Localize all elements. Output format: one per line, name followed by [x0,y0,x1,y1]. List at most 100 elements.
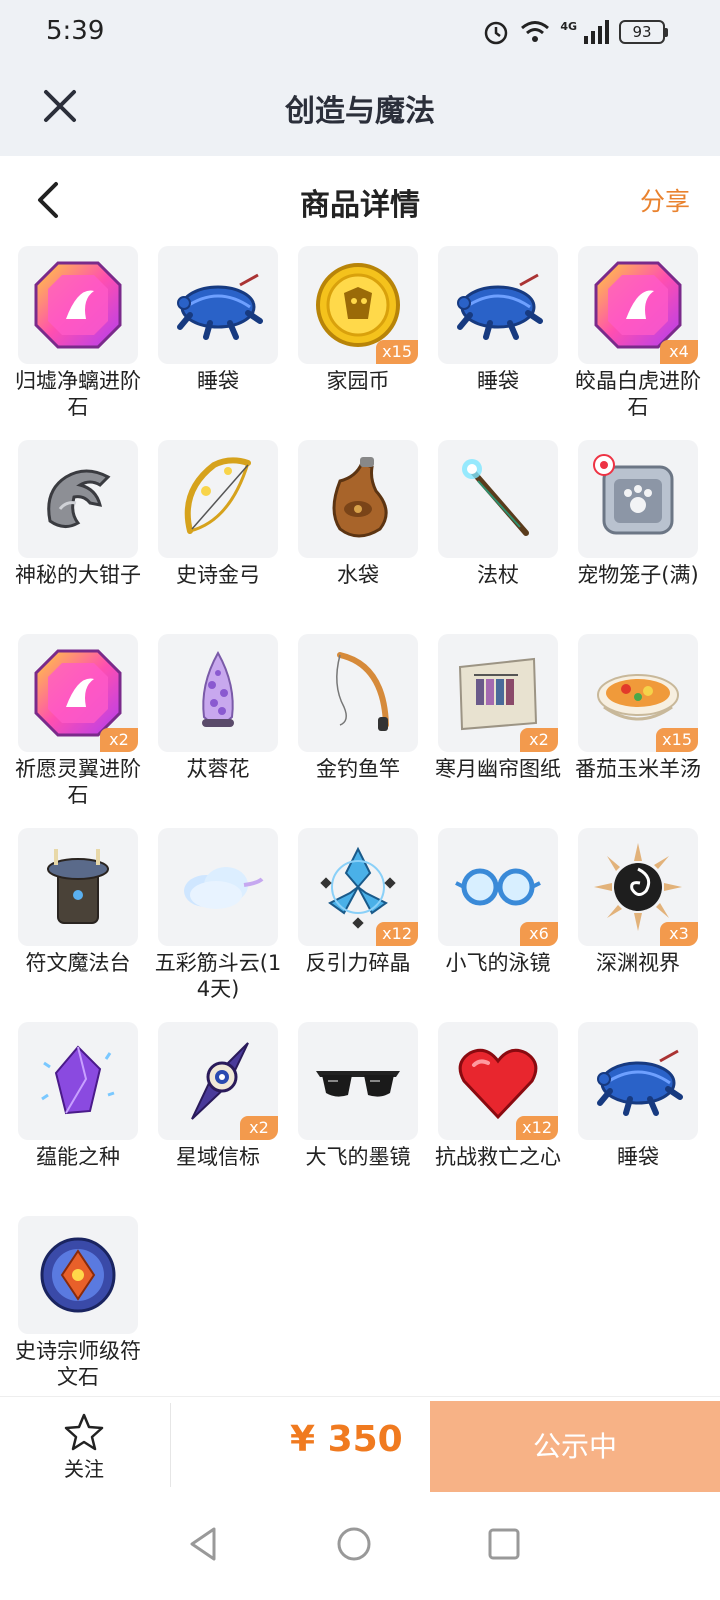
pink-gem-icon [34,261,122,349]
sleeping-bag-icon [457,273,543,340]
item-label: 深渊视界 [596,951,680,975]
cistanche-flower-icon [202,650,234,727]
item-tile [438,246,558,364]
item-label: 星域信标 [176,1145,260,1169]
sleeping-bag-icon [177,273,263,340]
item-tile [158,634,278,752]
item-card[interactable]: x2 星域信标 [158,1022,278,1216]
bottom-bar: 关注 ¥ 350 公示中 [0,1396,720,1493]
goggles-icon [455,868,541,906]
item-tile [578,440,698,558]
item-tile: x6 [438,828,558,946]
abyss-eye-icon [594,843,682,931]
item-tile: x3 [578,828,698,946]
item-tile: x15 [578,634,698,752]
item-tile: x12 [298,828,418,946]
claw-icon [47,469,111,528]
nav-home-icon[interactable] [334,1524,374,1564]
item-card[interactable]: 苁蓉花 [158,634,278,828]
anti-gravity-crystal-icon [320,846,396,929]
golden-bow-icon [184,457,251,534]
item-label: 大飞的墨镜 [305,1145,411,1169]
item-label: 符文魔法台 [25,951,131,975]
item-label: 法杖 [477,563,519,587]
item-card[interactable]: 睡袋 [438,246,558,440]
item-label: 祈愿灵翼进阶石 [15,757,141,807]
item-card[interactable]: x12 抗战救亡之心 [435,1022,561,1216]
quantity-badge: x3 [660,922,698,946]
item-card[interactable]: 归墟净螭进阶石 [15,246,141,440]
follow-label: 关注 [64,1457,104,1481]
battery-indicator: 93 [619,20,668,44]
quantity-badge: x12 [376,922,418,946]
status-icons: 4G 93 [482,18,668,46]
item-card[interactable]: x15 家园币 [298,246,418,440]
item-label: 归墟净螭进阶石 [15,369,141,419]
quantity-badge: x2 [240,1116,278,1140]
price: ¥ 350 [290,1419,403,1460]
wifi-icon [521,21,550,42]
status-time: 5:39 [46,16,105,46]
item-tile: x2 [158,1022,278,1140]
pink-gem-icon [34,649,122,737]
pink-gem-icon [594,261,682,349]
item-tile [18,828,138,946]
item-card[interactable]: x12 反引力碎晶 [298,828,418,1022]
item-card[interactable]: 睡袋 [578,1022,698,1216]
item-tile [298,440,418,558]
item-card[interactable]: x6 小飞的泳镜 [438,828,558,1022]
item-tile: x2 [18,634,138,752]
item-card[interactable]: x2 祈愿灵翼进阶石 [15,634,141,828]
item-card[interactable]: 金钓鱼竿 [298,634,418,828]
item-grid: 归墟净螭进阶石 睡袋 x15 家园币 睡袋 x4 皎晶白虎进阶石 神秘的大钳子 史诗金弓 水袋 法杖… [15,246,702,1410]
item-tile [578,1022,698,1140]
gold-coin-icon [316,263,400,347]
item-tile [158,440,278,558]
item-label: 番茄玉米羊汤 [575,757,701,781]
share-button[interactable]: 分享 [640,182,690,218]
staff-icon [462,459,529,536]
item-label: 水袋 [337,563,379,587]
item-label: 小飞的泳镜 [445,951,551,975]
item-tile [18,440,138,558]
item-card[interactable]: 水袋 [298,440,418,634]
follow-button[interactable]: 关注 [48,1413,120,1482]
item-card[interactable]: x3 深渊视界 [578,828,698,1022]
item-label: 金钓鱼竿 [316,757,400,781]
item-tile [298,1022,418,1140]
item-card[interactable]: 大飞的墨镜 [298,1022,418,1216]
item-tile: x4 [578,246,698,364]
item-card[interactable]: 史诗金弓 [158,440,278,634]
item-tile [438,440,558,558]
item-label: 神秘的大钳子 [15,563,141,587]
item-label: 寒月幽帘图纸 [435,757,561,781]
nav-back-icon[interactable] [184,1524,224,1564]
nav-recents-icon[interactable] [484,1524,524,1564]
quantity-badge: x15 [656,728,698,752]
item-card[interactable]: x2 寒月幽帘图纸 [435,634,561,828]
item-card[interactable]: 法杖 [438,440,558,634]
star-beacon-icon [191,1042,249,1120]
item-label: 宠物笼子(满) [577,563,699,587]
item-card[interactable]: 神秘的大钳子 [15,440,141,634]
network-type: 4G [560,19,577,33]
item-card[interactable]: x15 番茄玉米羊汤 [575,634,701,828]
sleeping-bag-icon [597,1049,683,1116]
star-icon [64,1413,104,1451]
item-tile [18,246,138,364]
item-card[interactable]: 符文魔法台 [18,828,138,1022]
item-card[interactable]: 蕴能之种 [18,1022,138,1216]
item-card[interactable]: x4 皎晶白虎进阶石 [575,246,701,440]
item-tile [298,634,418,752]
item-tile: x12 [438,1022,558,1140]
alarm-icon [485,21,508,45]
item-card[interactable]: 睡袋 [158,246,278,440]
rune-stone-icon [40,1237,116,1313]
item-card[interactable]: 宠物笼子(满) [577,440,699,634]
quantity-badge: x6 [520,922,558,946]
divider [170,1403,171,1487]
item-card[interactable]: 史诗宗师级符文石 [15,1216,141,1410]
item-card[interactable]: 五彩筋斗云(14天) [155,828,281,1022]
status-button[interactable]: 公示中 [430,1401,720,1493]
item-tile [18,1022,138,1140]
